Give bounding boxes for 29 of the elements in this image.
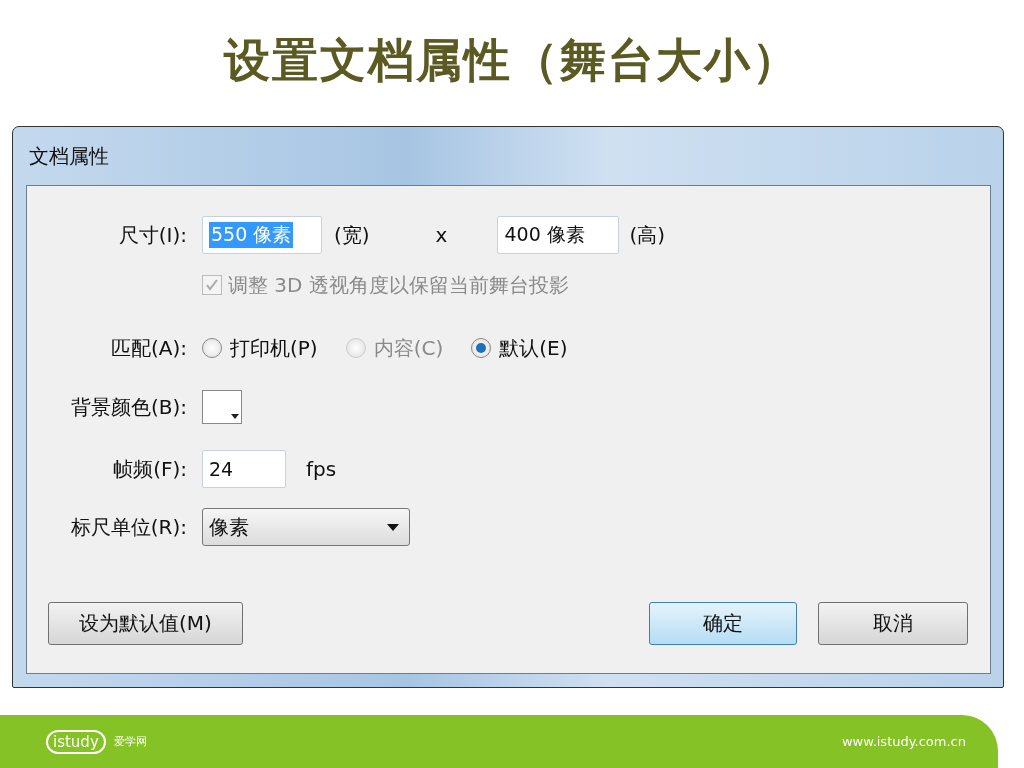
slide-title: 设置文档属性（舞台大小） [222, 32, 801, 89]
frame-rate-label: 帧频(F): [112, 455, 187, 483]
background-color-label: 背景颜色(B): [69, 393, 187, 421]
frame-rate-field[interactable]: 24 [202, 450, 286, 488]
width-unit: (宽) [334, 221, 370, 249]
ruler-units-label: 标尺单位(R): [69, 513, 187, 541]
dialog-button[interactable]: 取消 [818, 602, 968, 645]
perspective-label: 调整 3D 透视角度以保留当前舞台投影 [228, 271, 569, 299]
ok-button[interactable]: 确定 [649, 602, 797, 645]
site-name: 爱学网 [113, 734, 147, 749]
times-sign: x [435, 223, 448, 247]
color-swatch[interactable] [202, 390, 242, 424]
ruler-units-dropdown[interactable]: 像素 [202, 508, 410, 546]
radio-label: 内容(C) [373, 334, 444, 362]
dialog-button[interactable]: 设为默认值(M) [48, 602, 243, 645]
height-field[interactable]: 400 像素 [497, 216, 620, 254]
fps-unit: fps [306, 457, 337, 481]
radio-button[interactable] [471, 338, 492, 358]
caret-icon [231, 414, 239, 419]
match-label: 匹配(A): [109, 334, 187, 362]
size-label: 尺寸(I): [117, 221, 187, 249]
caret-icon [387, 523, 399, 531]
logo: istudy [46, 729, 106, 754]
radio-label: 默认(E) [499, 334, 568, 362]
website-url: www.istudy.com.cn [841, 734, 966, 749]
radio-label: 打印机(P) [230, 334, 318, 362]
dialog-title: 文档属性 [28, 142, 110, 170]
height-unit: (高) [629, 221, 666, 249]
radio-button[interactable] [202, 338, 222, 358]
